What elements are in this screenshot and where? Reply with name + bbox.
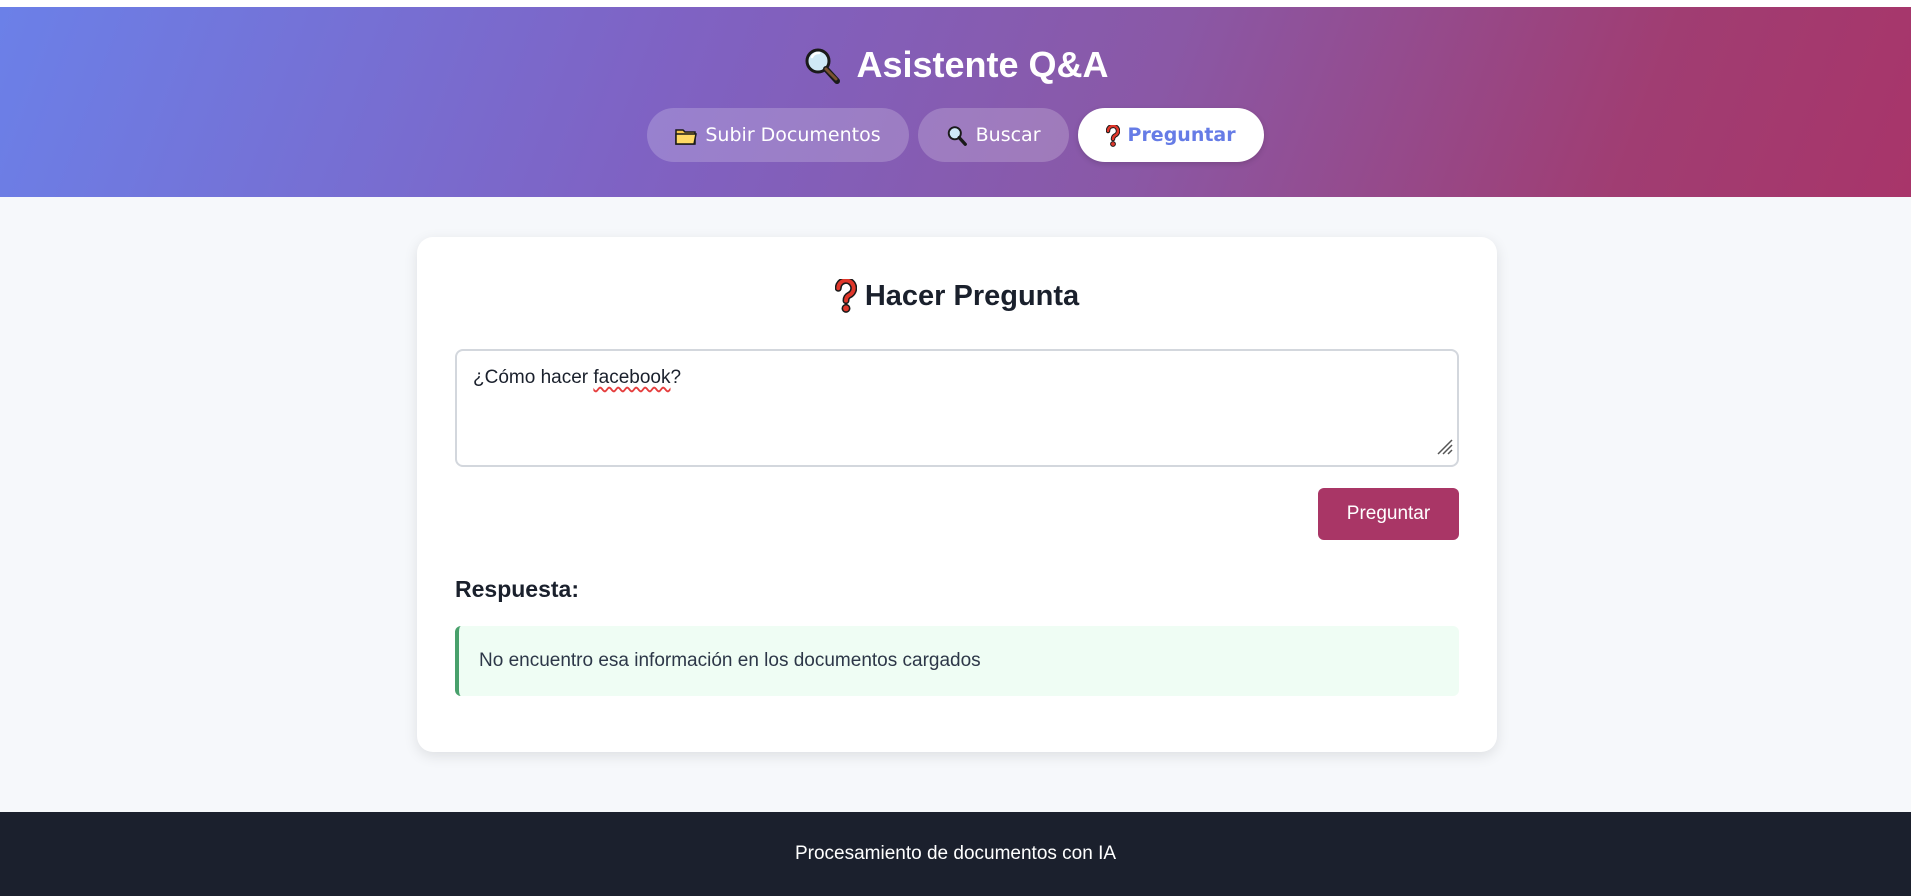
- nav-search[interactable]: Buscar: [917, 108, 1069, 163]
- question-text-misspelled: facebook: [593, 367, 671, 388]
- answer-text: No encuentro esa información en los docu…: [479, 650, 981, 671]
- footer-text: Procesamiento de documentos con IA: [794, 843, 1117, 864]
- folder-icon: [675, 124, 698, 146]
- question-textarea[interactable]: ¿Cómo hacer facebook?: [455, 349, 1459, 467]
- app-title: Asistente Q&A: [802, 43, 1109, 86]
- nav-upload-documents[interactable]: Subir Documentos: [647, 108, 909, 163]
- main-content: Hacer Pregunta ¿Cómo hacer facebook? Pre…: [0, 197, 1911, 812]
- ask-card: Hacer Pregunta ¿Cómo hacer facebook? Pre…: [417, 237, 1497, 752]
- card-title-text: Hacer Pregunta: [864, 279, 1080, 312]
- page-footer: Procesamiento de documentos con IA: [0, 812, 1911, 896]
- question-text-after: ?: [670, 367, 682, 388]
- answer-heading: Respuesta:: [455, 576, 579, 602]
- main-nav: Subir Documentos Buscar Preguntar: [647, 108, 1264, 163]
- answer-box: No encuentro esa información en los docu…: [455, 626, 1459, 696]
- question-icon: [1105, 124, 1120, 147]
- question-text-before: ¿Cómo hacer: [473, 367, 594, 388]
- nav-ask-label: Preguntar: [1127, 124, 1236, 147]
- question-icon: [834, 279, 857, 314]
- magnifier-icon: [802, 43, 842, 86]
- top-strip: [0, 0, 1911, 7]
- submit-question-button[interactable]: Preguntar: [1318, 488, 1459, 540]
- nav-ask[interactable]: Preguntar: [1077, 108, 1264, 163]
- app-header: Asistente Q&A Subir Documentos Buscar Pr…: [0, 7, 1911, 197]
- app-title-text: Asistente Q&A: [856, 43, 1109, 85]
- card-title: Hacer Pregunta: [417, 279, 1497, 314]
- nav-search-label: Buscar: [975, 124, 1041, 147]
- resize-grip-icon[interactable]: [1434, 436, 1454, 462]
- magnifier-icon: [946, 124, 968, 147]
- nav-upload-documents-label: Subir Documentos: [705, 124, 881, 147]
